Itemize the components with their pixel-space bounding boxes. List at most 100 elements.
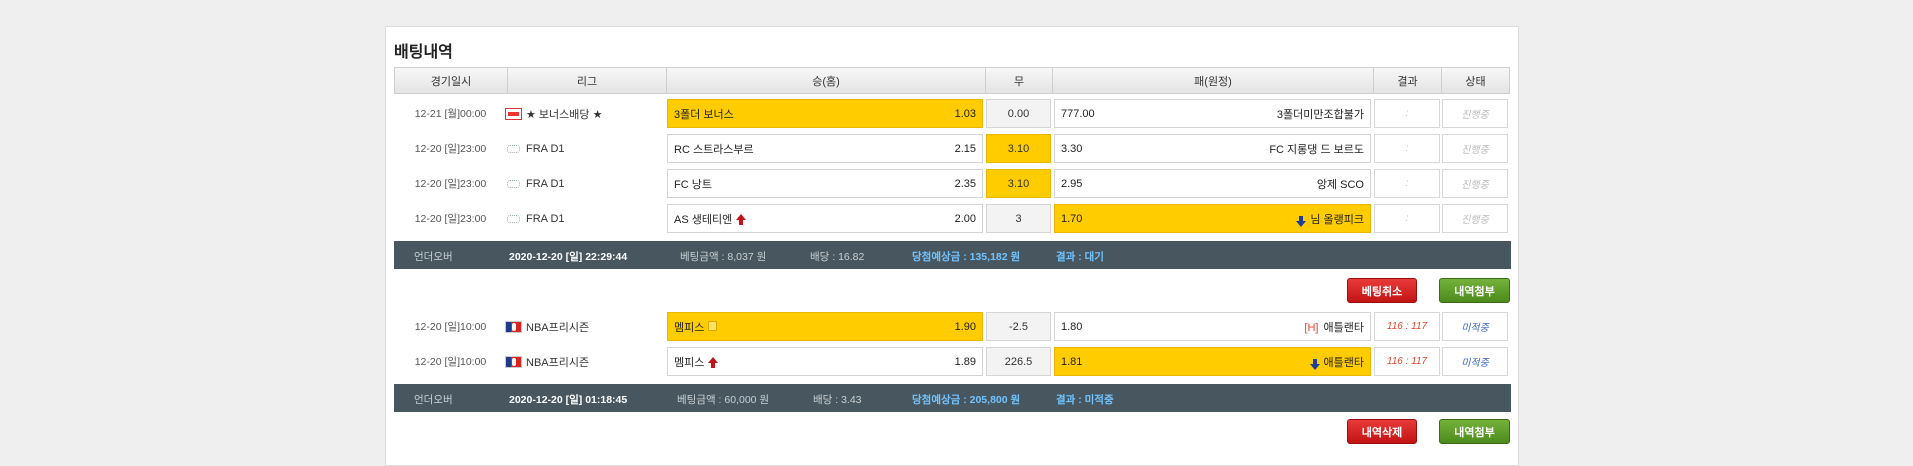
draw-odds-button[interactable]: 3.10 (986, 169, 1051, 198)
bet-odds: 배당 : 3.43 (813, 394, 862, 406)
away-team: FC 지롱댕 드 보르도 (1269, 143, 1364, 156)
league-name: NBA프리시즌 (526, 356, 590, 369)
home-odds-button[interactable]: 멤피스 1.90 (667, 312, 983, 341)
expected-winnings: 당첨예상금 : 205,800 원 (912, 394, 1021, 406)
arrow-down-icon (1309, 358, 1320, 370)
status-badge: 진행중 (1442, 169, 1508, 198)
home-team: 멤피스 (674, 321, 705, 334)
draw-odds-button[interactable]: 226.5 (986, 347, 1051, 376)
draw-odds-button[interactable]: -2.5 (986, 312, 1051, 341)
header-result: 결과 (1373, 67, 1441, 94)
cancel-bet-button[interactable]: 베팅취소 (1347, 278, 1417, 303)
away-odds: 1.81 (1061, 355, 1083, 368)
header-status: 상태 (1441, 67, 1510, 94)
away-odds: 777.00 (1061, 107, 1095, 120)
row-league: ★ 보너스배당 ★ (505, 99, 665, 128)
row-date: 12-20 [일]10:00 (414, 356, 487, 368)
home-odds-button[interactable]: 멤피스 1.89 (667, 347, 983, 376)
away-odds-button[interactable]: 1.81 애틀랜타 (1054, 347, 1371, 376)
away-odds-button[interactable]: 1.80 [H] 애틀랜타 (1054, 312, 1371, 341)
soccer-league-icon (505, 177, 522, 190)
expected-winnings: 당첨예상금 : 135,182 원 (912, 251, 1021, 263)
row-league: NBA프리시즌 (505, 347, 665, 376)
draw-odds-button[interactable]: 0.00 (986, 99, 1051, 128)
away-odds: 1.80 (1061, 320, 1083, 333)
header-draw: 무 (985, 67, 1052, 94)
away-odds-button[interactable]: 3.30 FC 지롱댕 드 보르도 (1054, 134, 1371, 163)
bet-summary-bar: 언더오버 2020-12-20 [일] 01:18:45 베팅금액 : 60,0… (394, 384, 1511, 412)
home-team: FC 낭트 (674, 178, 712, 191)
home-team: 멤피스 (674, 356, 705, 369)
result-score: : (1374, 134, 1440, 163)
away-odds: 1.70 (1061, 212, 1083, 225)
home-odds: 1.03 (954, 107, 976, 120)
status-badge: 진행중 (1442, 204, 1508, 233)
row-date: 12-20 [일]23:00 (414, 178, 487, 190)
home-odds-button[interactable]: 3폴더 보너스 1.03 (667, 99, 983, 128)
home-odds: 2.15 (954, 142, 976, 155)
away-odds-button[interactable]: 777.00 3폴더미만조합불가 (1054, 99, 1371, 128)
bet-datetime: 2020-12-20 [일] 01:18:45 (509, 394, 628, 406)
draw-odds-button[interactable]: 3.10 (986, 134, 1051, 163)
bet-result: 결과 : 대기 (1056, 251, 1104, 263)
header-league: 리그 (507, 67, 666, 94)
home-odds-button[interactable]: RC 스트라스부르 2.15 (667, 134, 983, 163)
league-name: FRA D1 (526, 142, 565, 155)
bet-datetime: 2020-12-20 [일] 22:29:44 (509, 251, 628, 263)
attach-history-button[interactable]: 내역첨부 (1439, 419, 1510, 444)
result-score: : (1374, 204, 1440, 233)
arrow-up-icon (708, 356, 719, 368)
home-team: AS 생테티엔 (674, 213, 733, 226)
away-team: 앙제 SCO (1316, 178, 1364, 191)
away-odds-button[interactable]: 2.95 앙제 SCO (1054, 169, 1371, 198)
result-score: 116 : 117 (1374, 312, 1440, 341)
handicap-icon (708, 320, 718, 331)
bet-summary-bar: 언더오버 2020-12-20 [일] 22:29:44 베팅금액 : 8,03… (394, 241, 1511, 269)
status-badge: 미적중 (1442, 312, 1508, 341)
away-team: 3폴더미만조합불가 (1276, 108, 1364, 121)
league-name: FRA D1 (526, 212, 565, 225)
away-team: 님 올랭피크 (1310, 213, 1364, 226)
page-title: 배팅내역 (394, 44, 453, 61)
bet-odds: 배당 : 16.82 (810, 251, 865, 263)
away-team: 애틀랜타 (1323, 321, 1364, 334)
header-away: 패(원정) (1052, 67, 1373, 94)
row-league: FRA D1 (505, 169, 665, 198)
arrow-down-icon (1296, 215, 1307, 227)
home-odds: 2.00 (954, 212, 976, 225)
soccer-league-icon (505, 142, 522, 155)
status-badge: 진행중 (1442, 134, 1508, 163)
row-date: 12-21 [월]00:00 (414, 108, 487, 120)
nba-icon (505, 355, 522, 368)
status-badge: 미적중 (1442, 347, 1508, 376)
home-odds-button[interactable]: FC 낭트 2.35 (667, 169, 983, 198)
row-date: 12-20 [일]23:00 (414, 143, 487, 155)
league-name: ★ 보너스배당 ★ (526, 108, 603, 121)
bonus-icon (505, 107, 522, 120)
home-odds-button[interactable]: AS 생테티엔 2.00 (667, 204, 983, 233)
status-badge: 진행중 (1442, 99, 1508, 128)
result-score: 116 : 117 (1374, 347, 1440, 376)
delete-history-button[interactable]: 내역삭제 (1347, 419, 1417, 444)
result-score: : (1374, 99, 1440, 128)
bet-type: 언더오버 (414, 251, 453, 263)
away-team: 애틀랜타 (1323, 356, 1364, 369)
soccer-league-icon (505, 212, 522, 225)
arrow-up-icon (736, 213, 747, 225)
draw-odds-button[interactable]: 3 (986, 204, 1051, 233)
away-odds-button[interactable]: 1.70 님 올랭피크 (1054, 204, 1371, 233)
row-league: NBA프리시즌 (505, 312, 665, 341)
result-score: : (1374, 169, 1440, 198)
header-date: 경기일시 (394, 67, 507, 94)
bet-type: 언더오버 (414, 394, 453, 406)
row-league: FRA D1 (505, 134, 665, 163)
home-team: 3폴더 보너스 (674, 108, 734, 121)
home-odds: 1.90 (954, 320, 976, 333)
home-odds: 1.89 (954, 355, 976, 368)
attach-history-button[interactable]: 내역첨부 (1439, 278, 1510, 303)
bet-result: 결과 : 미적중 (1056, 394, 1114, 406)
away-odds: 3.30 (1061, 142, 1083, 155)
home-team: RC 스트라스부르 (674, 143, 754, 156)
league-name: FRA D1 (526, 177, 565, 190)
row-date: 12-20 [일]23:00 (414, 213, 487, 225)
